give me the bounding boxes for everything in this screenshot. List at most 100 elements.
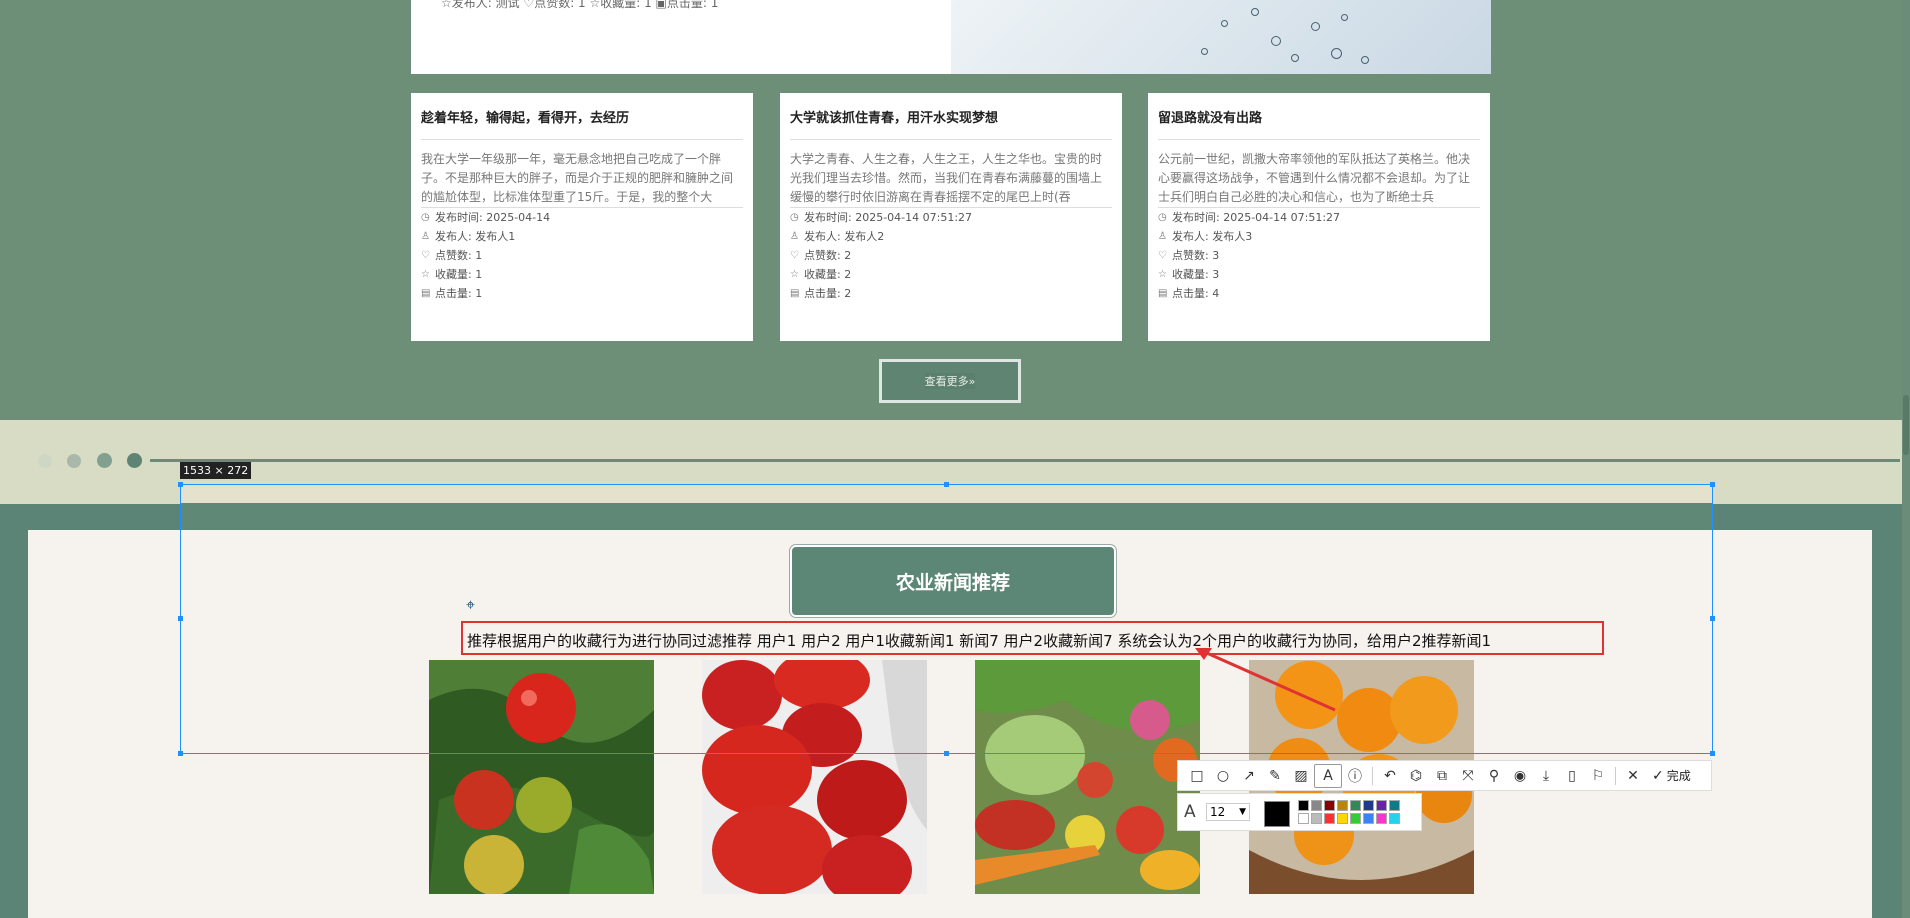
favorites-row: ☆ 收藏量: 2 (790, 265, 1112, 284)
document-icon: ▤ (421, 288, 431, 299)
publish-time-row: ◷ 发布时间: 2025-04-14 (421, 208, 743, 227)
resize-handle[interactable] (1710, 616, 1715, 621)
text-style-toolbar: A 12 ▼ (1177, 793, 1422, 831)
clock-icon: ◷ (421, 212, 430, 223)
toolbar-divider (1615, 766, 1616, 785)
favorites-row: ☆ 收藏量: 1 (421, 265, 743, 284)
publish-time-row: ◷ 发布时间: 2025-04-14 07:51:27 (1158, 208, 1480, 227)
resize-handle[interactable] (178, 482, 183, 487)
likes-row: ♡ 点赞数: 3 (1158, 246, 1480, 265)
water-drops-image (951, 0, 1491, 74)
color-swatch[interactable] (1298, 800, 1309, 811)
color-swatch[interactable] (1376, 800, 1387, 811)
check-icon: ✓ (1652, 767, 1664, 784)
color-swatch[interactable] (1350, 813, 1361, 824)
done-button[interactable]: ✓ 完成 (1652, 767, 1691, 784)
color-swatch[interactable] (1337, 813, 1348, 824)
clicks-row: ▤ 点击量: 2 (790, 284, 1112, 303)
save-icon[interactable]: ▯ (1559, 765, 1585, 787)
mosaic-icon[interactable]: ▨ (1288, 765, 1314, 787)
publisher-row: ♙ 发布人: 发布人2 (790, 227, 1112, 246)
scrollbar-track[interactable] (1902, 0, 1910, 918)
clock-icon: ◷ (1158, 212, 1167, 223)
color-swatch[interactable] (1311, 800, 1322, 811)
bookmark-icon[interactable]: ⚐ (1585, 765, 1611, 787)
document-icon: ▤ (1158, 288, 1168, 299)
arrow-icon[interactable]: ↗ (1236, 765, 1262, 787)
scrollbar-thumb[interactable] (1903, 395, 1909, 455)
color-swatch[interactable] (1337, 800, 1348, 811)
color-swatch[interactable] (1298, 813, 1309, 824)
resize-handle[interactable] (1710, 482, 1715, 487)
color-swatch[interactable] (1389, 813, 1400, 824)
screenshot-toolbar: □ ○ ↗ ✎ ▨ A ⓘ ↶ ⌬ ⧉ ⤧ ⚲ ◉ ⤓ ▯ ⚐ ✕ ✓ 完成 (1177, 760, 1712, 791)
color-swatch[interactable] (1363, 813, 1374, 824)
translate-icon[interactable]: ⧉ (1429, 765, 1455, 787)
news-card[interactable]: 大学就该抓住青春，用汗水实现梦想 大学之青春、人生之春，人生之王，人生之华也。宝… (780, 93, 1122, 341)
toolbar-divider (1372, 766, 1373, 785)
number-icon[interactable]: ⓘ (1342, 765, 1368, 787)
crosshair-cursor-icon: ⌖ (466, 595, 476, 614)
featured-news-meta: ☆发布人: 测试 ♡点赞数: 1 ☆收藏量: 1 ▣点击量: 1 (441, 0, 719, 10)
download-icon[interactable]: ⤓ (1533, 765, 1559, 787)
color-swatch[interactable] (1324, 813, 1335, 824)
news-card[interactable]: 留退路就没有出路 公元前一世纪，凯撒大帝率领他的军队抵达了英格兰。他决心要赢得这… (1148, 93, 1490, 341)
resize-handle[interactable] (944, 751, 949, 756)
clicks-row: ▤ 点击量: 4 (1158, 284, 1480, 303)
decorative-line (150, 459, 1900, 462)
capture-selection-area[interactable] (180, 484, 1713, 754)
annotation-arrow (1195, 648, 1336, 712)
resize-handle[interactable] (178, 616, 183, 621)
clock-icon: ◷ (790, 212, 799, 223)
resize-handle[interactable] (944, 482, 949, 487)
star-icon: ☆ (1158, 269, 1167, 280)
selection-size-label: 1533 × 272 (180, 462, 252, 479)
thumbs-up-icon: ♡ (1158, 250, 1167, 261)
user-icon: ♙ (790, 231, 799, 242)
circle-icon[interactable]: ○ (1210, 765, 1236, 787)
chevron-down-icon: ▼ (1239, 807, 1246, 817)
color-swatch[interactable] (1389, 800, 1400, 811)
ocr-icon[interactable]: ⌬ (1403, 765, 1429, 787)
clicks-row: ▤ 点击量: 1 (421, 284, 743, 303)
undo-icon[interactable]: ↶ (1377, 765, 1403, 787)
news-card-title[interactable]: 留退路就没有出路 (1158, 93, 1480, 140)
color-swatch[interactable] (1324, 800, 1335, 811)
view-more-button[interactable]: 查看更多» (879, 359, 1021, 403)
decor-dot (127, 453, 142, 468)
news-card-title[interactable]: 大学就该抓住青春，用汗水实现梦想 (790, 93, 1112, 140)
thumbs-up-icon: ♡ (790, 250, 799, 261)
user-icon: ♙ (1158, 231, 1167, 242)
color-swatch[interactable] (1376, 813, 1387, 824)
decor-dot (67, 454, 81, 468)
current-color-swatch[interactable] (1264, 801, 1290, 827)
publish-time-row: ◷ 发布时间: 2025-04-14 07:51:27 (790, 208, 1112, 227)
publisher-row: ♙ 发布人: 发布人3 (1158, 227, 1480, 246)
text-icon[interactable]: A (1314, 763, 1342, 788)
pin-icon[interactable]: ⚲ (1481, 765, 1507, 787)
favorites-row: ☆ 收藏量: 3 (1158, 265, 1480, 284)
font-size-select[interactable]: 12 ▼ (1206, 803, 1250, 821)
news-card[interactable]: 趁着年轻，输得起，看得开，去经历 我在大学一年级那一年，毫无悬念地把自己吃成了一… (411, 93, 753, 341)
resize-handle[interactable] (178, 751, 183, 756)
pen-icon[interactable]: ✎ (1262, 765, 1288, 787)
user-icon: ♙ (421, 231, 430, 242)
featured-news-card[interactable]: ☆发布人: 测试 ♡点赞数: 1 ☆收藏量: 1 ▣点击量: 1 (411, 0, 1491, 74)
star-icon: ☆ (790, 269, 799, 280)
resize-handle[interactable] (1710, 751, 1715, 756)
rectangle-icon[interactable]: □ (1184, 765, 1210, 787)
close-icon[interactable]: ✕ (1620, 765, 1646, 787)
decor-dot (38, 454, 52, 468)
scroll-icon[interactable]: ⤧ (1455, 765, 1481, 787)
font-icon: A (1184, 802, 1196, 822)
news-card-description: 大学之青春、人生之春，人生之王，人生之华也。宝贵的时光我们理当去珍惜。然而，当我… (790, 150, 1112, 208)
likes-row: ♡ 点赞数: 2 (790, 246, 1112, 265)
color-swatch[interactable] (1363, 800, 1374, 811)
news-card-title[interactable]: 趁着年轻，输得起，看得开，去经历 (421, 93, 743, 140)
record-icon[interactable]: ◉ (1507, 765, 1533, 787)
color-swatch[interactable] (1350, 800, 1361, 811)
view-more-label: 查看更多» (924, 373, 976, 389)
decor-dot (97, 453, 112, 468)
color-swatch[interactable] (1311, 813, 1322, 824)
publisher-row: ♙ 发布人: 发布人1 (421, 227, 743, 246)
